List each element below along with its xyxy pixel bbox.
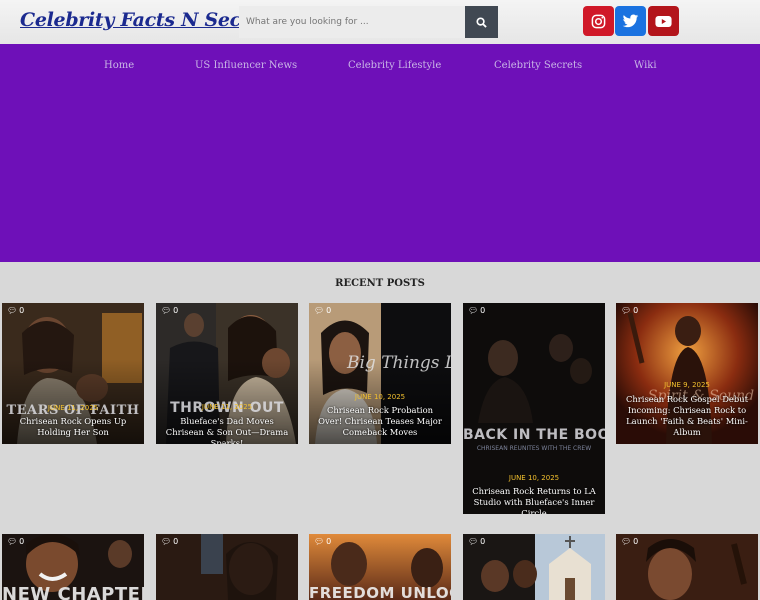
recent-posts-title: RECENT POSTS bbox=[335, 278, 425, 289]
nav-celebrity-secrets[interactable]: Celebrity Secrets bbox=[494, 60, 582, 71]
comment-icon: 💬︎ bbox=[621, 306, 632, 315]
thumbnail-subcaption: CHRISEAN REUNITES WITH THE CREW bbox=[476, 445, 592, 452]
post-card[interactable]: 💬︎ 0 bbox=[156, 534, 298, 600]
post-card[interactable]: Big Things Loading 💬︎0 JUNE 10, 2025 Chr… bbox=[309, 303, 451, 444]
search-button[interactable] bbox=[465, 6, 498, 38]
post-title[interactable]: Chrisean Rock Returns to LA Studio with … bbox=[468, 486, 600, 514]
post-card[interactable]: 💬︎ 0 bbox=[463, 534, 605, 600]
thumbnail-caption: Big Things Loading bbox=[347, 353, 451, 373]
post-card[interactable]: Spirit & Sound 💬︎ 0 JUNE 9, 2025 Chrisean… bbox=[616, 303, 758, 444]
post-title[interactable]: Chrisean Rock Opens Up Holding Her Son bbox=[7, 416, 139, 438]
youtube-icon bbox=[655, 15, 672, 27]
comment-count[interactable]: 💬︎ 0 bbox=[621, 537, 638, 546]
post-title[interactable]: Blueface's Dad Moves Chrisean & Son Out—… bbox=[161, 416, 293, 444]
instagram-icon bbox=[591, 14, 606, 28]
post-card[interactable]: FREEDOM UNLOCKED 💬︎0 bbox=[309, 534, 451, 600]
comment-icon: 💬︎ bbox=[7, 306, 18, 315]
comment-icon: 💬︎ bbox=[161, 306, 172, 315]
post-title[interactable]: Chrisean Rock Gospel Debut Incoming: Chr… bbox=[621, 394, 753, 438]
post-date: JUNE 11, 2025 bbox=[47, 404, 99, 412]
main-nav: Home US Influencer News Celebrity Lifest… bbox=[0, 44, 760, 262]
comment-icon: 💬︎ bbox=[468, 537, 479, 546]
thumbnail-caption: NEW CHAPTER bbox=[2, 584, 144, 600]
comment-count[interactable]: 💬︎ 0 bbox=[7, 306, 24, 315]
search-icon bbox=[476, 16, 487, 28]
thumbnail-caption: FREEDOM UNLOCKED bbox=[309, 584, 451, 600]
nav-us-influencer-news[interactable]: US Influencer News bbox=[195, 60, 297, 71]
post-card[interactable]: TEARS OF FAITH 💬︎ 0 JUNE 11, 2025 Chrisea… bbox=[2, 303, 144, 444]
comment-count[interactable]: 💬︎ 0 bbox=[314, 537, 331, 546]
comment-count[interactable]: 💬︎ 0 bbox=[621, 306, 638, 315]
search-input[interactable] bbox=[239, 6, 465, 38]
post-card[interactable]: 💬︎ 0 bbox=[616, 534, 758, 600]
post-date: JUNE 11, 2025 bbox=[201, 403, 253, 411]
post-date: JUNE 9, 2025 bbox=[664, 381, 710, 389]
comment-count[interactable]: 💬︎ 0 bbox=[468, 537, 485, 546]
instagram-button[interactable] bbox=[583, 6, 614, 36]
comment-icon: 💬︎ bbox=[468, 306, 479, 315]
comment-count[interactable]: 💬︎ 0 bbox=[161, 306, 178, 315]
post-date: JUNE 10, 2025 bbox=[508, 474, 560, 482]
post-title[interactable]: Chrisean Rock Probation Over! Chrisean T… bbox=[314, 405, 446, 438]
comment-icon: 💬︎ bbox=[314, 537, 325, 546]
header-bar: Celebrity Facts N Secrets bbox=[0, 0, 760, 44]
comment-icon: 💬︎ bbox=[161, 537, 172, 546]
thumbnail-caption: BACK IN THE BOOTH bbox=[463, 427, 605, 443]
youtube-button[interactable] bbox=[648, 6, 679, 36]
twitter-icon bbox=[622, 14, 639, 27]
nav-celebrity-lifestyle[interactable]: Celebrity Lifestyle bbox=[348, 60, 441, 71]
nav-wiki[interactable]: Wiki bbox=[634, 60, 657, 71]
nav-home[interactable]: Home bbox=[104, 60, 134, 71]
comment-count[interactable]: 💬︎ 0 bbox=[7, 537, 24, 546]
post-card[interactable]: BACK IN THE BOOTH CHRISEAN REUNITES WITH… bbox=[463, 303, 605, 514]
post-card[interactable]: THROWN OUT 💬︎ 0 JUNE 11, 2025 Blueface's … bbox=[156, 303, 298, 444]
post-card[interactable]: NEW CHAPTER 💬︎ 0 bbox=[2, 534, 144, 600]
comment-icon: 💬︎ bbox=[7, 537, 18, 546]
comment-count[interactable]: 💬︎ 0 bbox=[161, 537, 178, 546]
comment-icon: 💬︎ bbox=[621, 537, 632, 546]
post-date: JUNE 10, 2025 bbox=[354, 393, 406, 401]
comment-count[interactable]: 💬︎ 0 bbox=[468, 306, 485, 315]
comment-count[interactable]: 💬︎ 0 bbox=[314, 306, 331, 315]
post-thumbnail bbox=[463, 303, 605, 514]
comment-icon: 💬︎ bbox=[314, 306, 325, 315]
twitter-button[interactable] bbox=[615, 6, 646, 36]
